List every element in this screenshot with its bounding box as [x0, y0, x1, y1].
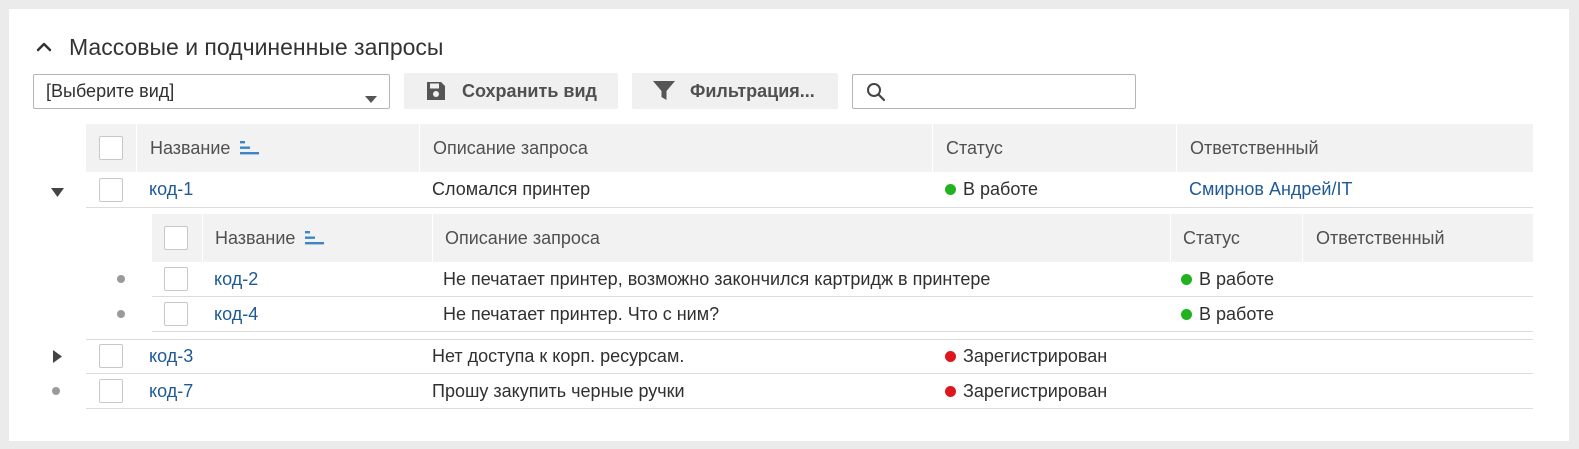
row-checkbox[interactable]: [99, 177, 123, 202]
request-description: Не печатает принтер, возможно закончился…: [443, 268, 991, 289]
leaf-bullet-icon: [117, 275, 125, 283]
request-link[interactable]: код-2: [214, 262, 258, 296]
column-header-name[interactable]: Название: [150, 124, 260, 172]
status-badge: В работе: [1181, 262, 1274, 296]
status-dot-icon: [945, 184, 956, 195]
status-badge: В работе: [945, 172, 1038, 207]
select-all-checkbox[interactable]: [99, 136, 123, 160]
funnel-icon: [652, 79, 676, 103]
requests-panel: Массовые и подчиненные запросы [Выберите…: [9, 9, 1569, 441]
expand-triangle-down-icon[interactable]: [51, 185, 64, 203]
view-select[interactable]: [Выберите вид]: [33, 74, 390, 109]
column-header-assignee[interactable]: Ответственный: [1190, 124, 1319, 172]
request-description: Прошу закупить черные ручки: [432, 380, 685, 401]
filter-button[interactable]: Фильтрация...: [632, 73, 838, 109]
request-description: Нет доступа к корп. ресурсам.: [432, 345, 685, 366]
magnifier-icon: [866, 82, 886, 102]
filter-label: Фильтрация...: [690, 80, 815, 101]
request-link[interactable]: код-1: [149, 172, 193, 207]
expand-triangle-right-icon[interactable]: [53, 350, 63, 368]
save-view-label: Сохранить вид: [462, 80, 597, 101]
table-row[interactable]: код-3 Нет доступа к корп. ресурсам. Заре…: [86, 339, 1533, 374]
chevron-up-icon[interactable]: [35, 38, 53, 56]
sort-ascending-icon[interactable]: [305, 230, 325, 246]
select-all-checkbox-cell[interactable]: [99, 124, 123, 172]
column-header-description[interactable]: Описание запроса: [433, 124, 588, 172]
status-dot-icon: [945, 350, 956, 362]
sub-column-header-assignee[interactable]: Ответственный: [1316, 214, 1445, 262]
request-link[interactable]: код-7: [149, 374, 193, 408]
assignee-link[interactable]: Смирнов Андрей/IT: [1189, 172, 1352, 207]
table-row[interactable]: код-1 Сломался принтер В работе Смирнов …: [86, 172, 1533, 208]
sub-select-all-checkbox[interactable]: [164, 226, 188, 250]
row-checkbox[interactable]: [99, 344, 123, 368]
status-badge: Зарегистрирован: [945, 374, 1107, 408]
leaf-bullet-icon: [52, 387, 60, 395]
request-link[interactable]: код-4: [214, 297, 258, 331]
sub-column-header-name[interactable]: Название: [215, 214, 325, 262]
request-description: Сломался принтер: [432, 179, 591, 199]
table-header: Название Описание запроса Статус Ответст…: [86, 124, 1533, 172]
request-description: Не печатает принтер. Что с ним?: [443, 303, 720, 324]
search-input[interactable]: [852, 74, 1136, 109]
sub-column-header-status[interactable]: Статус: [1183, 214, 1240, 262]
status-badge: Зарегистрирован: [945, 339, 1107, 373]
sort-ascending-icon[interactable]: [240, 140, 260, 156]
request-link[interactable]: код-3: [149, 339, 193, 373]
leaf-bullet-icon: [117, 310, 125, 318]
table-row[interactable]: код-7 Прошу закупить черные ручки Зареги…: [86, 374, 1533, 409]
view-select-value: [Выберите вид]: [46, 81, 175, 101]
section-title: Массовые и подчиненные запросы: [69, 33, 444, 60]
sub-select-all-checkbox-cell[interactable]: [164, 214, 188, 262]
floppy-disk-icon: [424, 79, 448, 103]
row-checkbox[interactable]: [164, 302, 188, 326]
save-view-button[interactable]: Сохранить вид: [404, 73, 618, 109]
subtable-row[interactable]: код-4 Не печатает принтер. Что с ним? В …: [152, 297, 1533, 332]
row-checkbox[interactable]: [164, 267, 188, 291]
status-dot-icon: [1181, 273, 1192, 285]
sub-column-header-description[interactable]: Описание запроса: [445, 214, 600, 262]
section-header[interactable]: Массовые и подчиненные запросы: [35, 33, 443, 61]
subtable-header: Название Описание запроса Статус Ответст…: [152, 214, 1533, 262]
subtable-row[interactable]: код-2 Не печатает принтер, возможно зако…: [152, 262, 1533, 297]
column-header-status[interactable]: Статус: [946, 124, 1003, 172]
status-badge: В работе: [1181, 297, 1274, 331]
caret-down-icon: [365, 88, 377, 103]
row-checkbox[interactable]: [99, 379, 123, 403]
status-dot-icon: [945, 385, 956, 397]
status-dot-icon: [1181, 308, 1192, 320]
